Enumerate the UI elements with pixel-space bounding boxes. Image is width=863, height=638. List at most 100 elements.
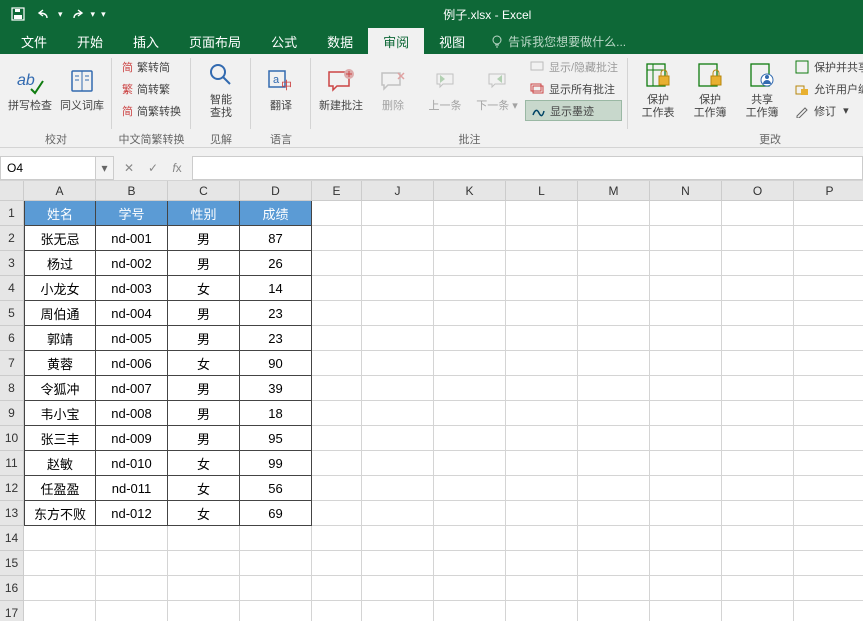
undo-button[interactable]: [32, 3, 56, 25]
name-box-dropdown[interactable]: ▾: [96, 156, 114, 180]
cell[interactable]: [506, 276, 578, 301]
cell[interactable]: [312, 201, 362, 226]
cell[interactable]: [794, 526, 863, 551]
row-header[interactable]: 14: [0, 526, 24, 551]
cell[interactable]: [506, 351, 578, 376]
cell[interactable]: [434, 426, 506, 451]
cell[interactable]: [506, 226, 578, 251]
column-header[interactable]: D: [240, 181, 312, 201]
cell[interactable]: 56: [240, 476, 312, 501]
row-header[interactable]: 1: [0, 201, 24, 226]
cell[interactable]: [722, 476, 794, 501]
cell[interactable]: 女: [168, 351, 240, 376]
cell[interactable]: [312, 226, 362, 251]
cell[interactable]: 男: [168, 401, 240, 426]
cell[interactable]: [650, 251, 722, 276]
tell-me-input[interactable]: 告诉我您想要做什么...: [490, 28, 626, 54]
cell[interactable]: [362, 601, 434, 621]
cell[interactable]: nd-005: [96, 326, 168, 351]
cell[interactable]: [240, 551, 312, 576]
cell[interactable]: [794, 226, 863, 251]
cell[interactable]: 14: [240, 276, 312, 301]
cell[interactable]: nd-009: [96, 426, 168, 451]
cell[interactable]: [506, 601, 578, 621]
cell[interactable]: [794, 501, 863, 526]
cell[interactable]: [506, 301, 578, 326]
cell[interactable]: [578, 351, 650, 376]
cell[interactable]: [578, 551, 650, 576]
cell[interactable]: 26: [240, 251, 312, 276]
cell[interactable]: 男: [168, 226, 240, 251]
cell[interactable]: 黄蓉: [24, 351, 96, 376]
cell[interactable]: [434, 576, 506, 601]
cell[interactable]: [312, 601, 362, 621]
cell[interactable]: [506, 201, 578, 226]
cell[interactable]: [506, 451, 578, 476]
cell[interactable]: nd-007: [96, 376, 168, 401]
cell[interactable]: [362, 576, 434, 601]
cell[interactable]: [722, 226, 794, 251]
cell[interactable]: 18: [240, 401, 312, 426]
cell[interactable]: [722, 351, 794, 376]
cell[interactable]: [722, 401, 794, 426]
cell[interactable]: [578, 476, 650, 501]
cell[interactable]: [434, 376, 506, 401]
cell[interactable]: nd-012: [96, 501, 168, 526]
cell[interactable]: nd-008: [96, 401, 168, 426]
cell[interactable]: [650, 276, 722, 301]
cell[interactable]: 姓名: [24, 201, 96, 226]
cell[interactable]: [794, 326, 863, 351]
cell[interactable]: 女: [168, 501, 240, 526]
cell[interactable]: [312, 326, 362, 351]
cell[interactable]: [312, 301, 362, 326]
cell[interactable]: [362, 201, 434, 226]
cell[interactable]: [506, 376, 578, 401]
tab-file[interactable]: 文件: [6, 28, 62, 54]
cell[interactable]: [722, 601, 794, 621]
cell[interactable]: [650, 601, 722, 621]
cell[interactable]: [362, 251, 434, 276]
cell[interactable]: 周伯通: [24, 301, 96, 326]
cell[interactable]: [722, 251, 794, 276]
cell[interactable]: [722, 326, 794, 351]
cell[interactable]: 女: [168, 276, 240, 301]
chevron-down-icon[interactable]: ▾: [58, 9, 63, 20]
cell[interactable]: [578, 576, 650, 601]
cell[interactable]: [650, 376, 722, 401]
cell[interactable]: [794, 451, 863, 476]
tab-view[interactable]: 视图: [424, 28, 480, 54]
cell[interactable]: [434, 351, 506, 376]
cell[interactable]: 韦小宝: [24, 401, 96, 426]
redo-button[interactable]: [65, 3, 89, 25]
cell[interactable]: 23: [240, 301, 312, 326]
row-header[interactable]: 17: [0, 601, 24, 621]
cell[interactable]: 性别: [168, 201, 240, 226]
smart-lookup-button[interactable]: 智能 查找: [197, 56, 245, 122]
cell[interactable]: [578, 301, 650, 326]
cell[interactable]: [240, 526, 312, 551]
cell[interactable]: [312, 526, 362, 551]
cell[interactable]: 东方不败: [24, 501, 96, 526]
cell[interactable]: 87: [240, 226, 312, 251]
cell[interactable]: [794, 201, 863, 226]
show-all-comments-button[interactable]: 显示所有批注: [525, 78, 622, 99]
cell[interactable]: [578, 326, 650, 351]
cell[interactable]: [506, 551, 578, 576]
cell[interactable]: [650, 501, 722, 526]
cell[interactable]: [24, 576, 96, 601]
row-header[interactable]: 4: [0, 276, 24, 301]
spellcheck-button[interactable]: ab 拼写检查: [6, 56, 54, 122]
delete-comment-button[interactable]: 删除: [369, 56, 417, 122]
cell[interactable]: [312, 476, 362, 501]
cell[interactable]: [24, 551, 96, 576]
row-header[interactable]: 3: [0, 251, 24, 276]
cell[interactable]: [312, 276, 362, 301]
row-header[interactable]: 9: [0, 401, 24, 426]
cell[interactable]: [506, 476, 578, 501]
cell[interactable]: [578, 601, 650, 621]
fx-button[interactable]: fx: [166, 158, 188, 178]
cell[interactable]: [722, 301, 794, 326]
cell[interactable]: [794, 601, 863, 621]
cell[interactable]: [434, 526, 506, 551]
cell[interactable]: [362, 501, 434, 526]
